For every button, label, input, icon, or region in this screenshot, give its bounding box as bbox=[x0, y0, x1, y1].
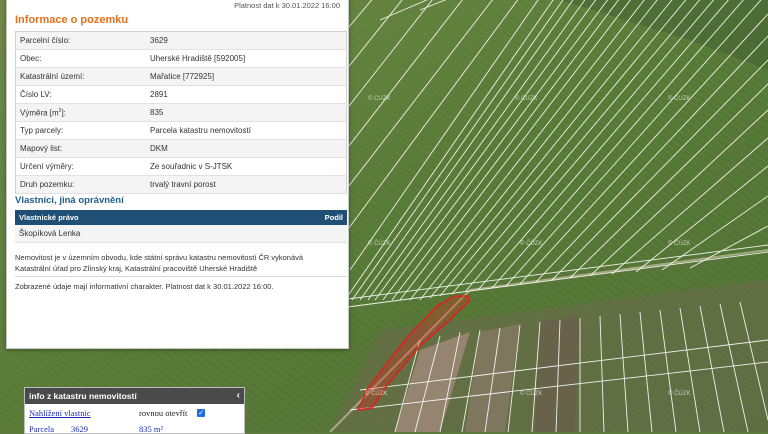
row-label: Obec: bbox=[15, 49, 146, 68]
row-value: Parcela katastru nemovitostí bbox=[146, 121, 347, 140]
row-value: Ze souřadnic v S-JTSK bbox=[146, 157, 347, 176]
parcel-info-panel: Platnost dat k 30.01.2022 16:00 Informac… bbox=[6, 0, 349, 349]
row-label: Druh pozemku: bbox=[15, 175, 146, 194]
table-row: Parcelní číslo: 3629 bbox=[15, 31, 347, 50]
row-label: Typ parcely: bbox=[15, 121, 146, 140]
table-row: Číslo LV: 2891 bbox=[15, 85, 347, 104]
ownership-header-row: Vlastnické právo Podíl bbox=[15, 210, 347, 225]
open-directly-checkbox[interactable]: ✓ bbox=[197, 409, 205, 417]
panel-title: Informace o pozemku bbox=[15, 14, 129, 26]
svg-text:© ČÚZK: © ČÚZK bbox=[520, 240, 542, 247]
ownership-table: Vlastnické právo Podíl Škopíková Lenka bbox=[15, 210, 347, 243]
chevron-left-icon[interactable]: ‹ bbox=[237, 388, 240, 404]
row-value: trvalý travní porost bbox=[146, 175, 347, 194]
row-value: 3629 bbox=[146, 31, 347, 50]
bare-strip-3 bbox=[535, 316, 580, 432]
svg-text:© ČÚZK: © ČÚZK bbox=[365, 390, 387, 397]
cut-off-validity-text: Platnost dat k 30.01.2022 16:00 bbox=[234, 1, 340, 10]
table-row: Škopíková Lenka bbox=[15, 225, 347, 243]
svg-text:© ČÚZK: © ČÚZK bbox=[668, 95, 690, 102]
column-header-right: Vlastnické právo bbox=[15, 210, 254, 225]
svg-text:© ČÚZK: © ČÚZK bbox=[668, 240, 690, 247]
table-row: Určení výměry: Ze souřadnic v S-JTSK bbox=[15, 157, 347, 176]
row-label-area: Výměra [m2]: bbox=[15, 103, 146, 122]
row-label: Číslo LV: bbox=[15, 85, 146, 104]
parcel-number-link[interactable]: 3629 bbox=[71, 424, 88, 433]
widget-header: info z katastru nemovitostí ‹ bbox=[25, 388, 244, 404]
row-label: Katastrální území: bbox=[15, 67, 146, 86]
cadastre-info-widget: info z katastru nemovitostí ‹ Nahlížení … bbox=[24, 387, 245, 434]
jurisdiction-notice: Nemovitost je v územním obvodu, kde stát… bbox=[15, 253, 304, 273]
table-row: Obec: Uherské Hradiště [592005] bbox=[15, 49, 347, 68]
parcel-link[interactable]: Parcela bbox=[29, 424, 54, 433]
table-row: Typ parcely: Parcela katastru nemovitost… bbox=[15, 121, 347, 140]
row-label: Určení výměry: bbox=[15, 157, 146, 176]
parcel-area[interactable]: 835 m² bbox=[139, 424, 163, 433]
ownership-title: Vlastníci, jiná oprávnění bbox=[15, 195, 124, 206]
parcel-info-table: Parcelní číslo: 3629 Obec: Uherské Hradi… bbox=[15, 31, 347, 194]
widget-row: Parcela 3629 835 m² bbox=[29, 424, 239, 433]
column-header-share: Podíl bbox=[253, 210, 347, 225]
widget-title: info z katastru nemovitostí bbox=[29, 391, 137, 401]
svg-text:© ČÚZK: © ČÚZK bbox=[668, 390, 690, 397]
row-value[interactable]: Mařatice [772925] bbox=[146, 67, 347, 86]
validity-notice: Zobrazené údaje mají informativní charak… bbox=[15, 282, 274, 291]
widget-row: Nahlížení vlastnic rovnou otevřít ✓ bbox=[29, 408, 239, 420]
row-value[interactable]: Uherské Hradiště [592005] bbox=[146, 49, 347, 68]
row-label: Mapový list: bbox=[15, 139, 146, 158]
svg-text:© ČÚZK: © ČÚZK bbox=[368, 95, 390, 102]
table-row: Mapový list: DKM bbox=[15, 139, 347, 158]
row-value: 835 bbox=[146, 103, 347, 122]
row-value: DKM bbox=[146, 139, 347, 158]
svg-text:© ČÚZK: © ČÚZK bbox=[515, 95, 537, 102]
row-value[interactable]: 2891 bbox=[146, 85, 347, 104]
open-directly-label: rovnou otevřít bbox=[139, 408, 188, 418]
row-label: Parcelní číslo: bbox=[15, 31, 146, 50]
svg-text:© ČÚZK: © ČÚZK bbox=[520, 390, 542, 397]
area-label-text: Výměra [m bbox=[20, 108, 59, 118]
owner-name: Škopíková Lenka bbox=[15, 225, 347, 243]
table-row: Druh pozemku: trvalý travní porost bbox=[15, 175, 347, 194]
table-row: Výměra [m2]: 835 bbox=[15, 103, 347, 122]
view-owners-link[interactable]: Nahlížení vlastnic bbox=[29, 408, 91, 418]
table-row: Katastrální území: Mařatice [772925] bbox=[15, 67, 347, 86]
svg-text:© ČÚZK: © ČÚZK bbox=[368, 240, 390, 247]
area-label-end: ]: bbox=[61, 108, 66, 118]
divider bbox=[15, 276, 347, 277]
